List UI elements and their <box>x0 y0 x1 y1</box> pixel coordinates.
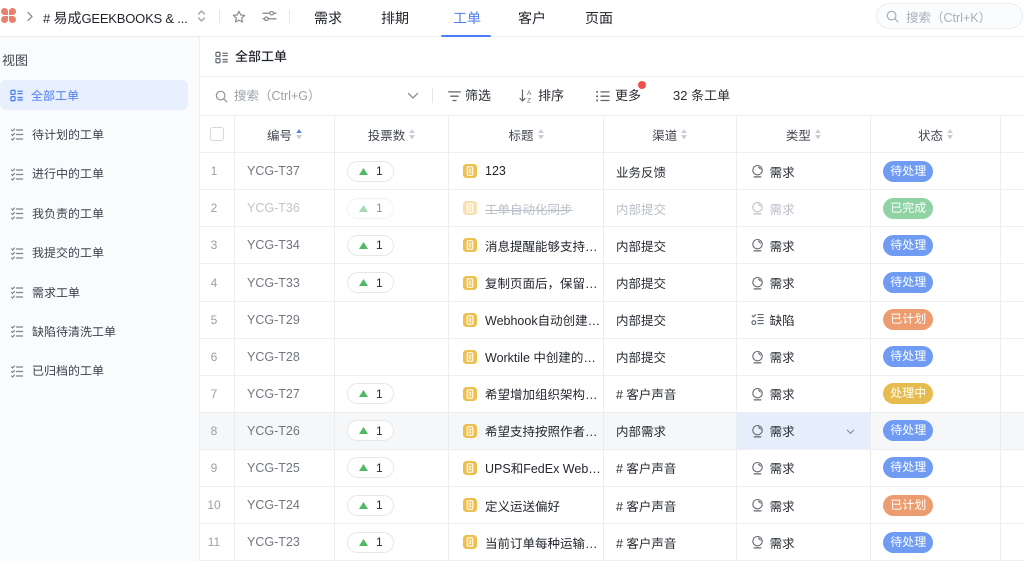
svg-text:Z: Z <box>527 98 531 104</box>
svg-text:A: A <box>527 90 532 97</box>
